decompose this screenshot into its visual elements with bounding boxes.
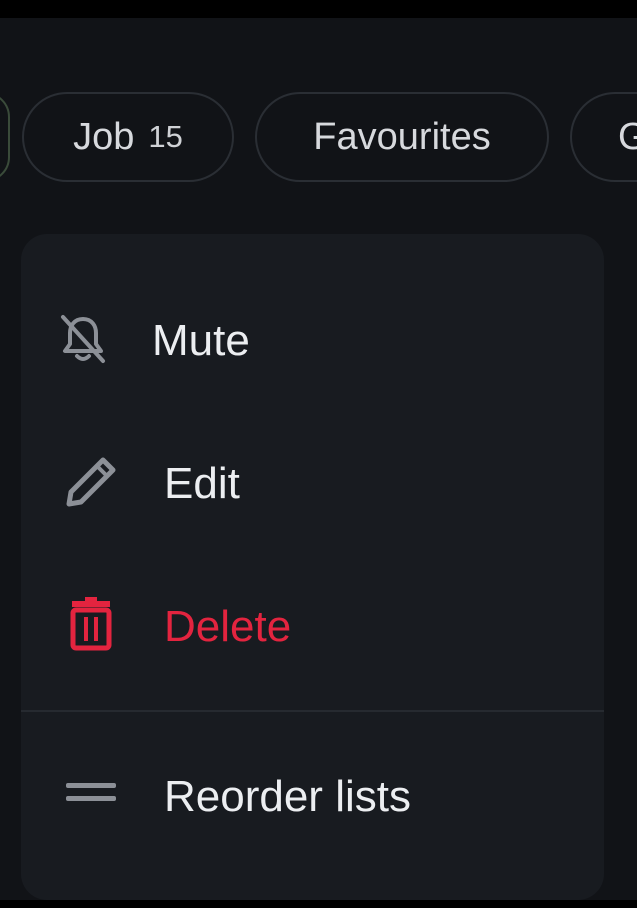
filter-chips-row: Job 15 Favourites G (0, 92, 637, 184)
chip-favourites-label: Favourites (313, 115, 491, 158)
chip-job-count: 15 (148, 119, 183, 154)
menu-item-delete[interactable]: Delete (21, 567, 604, 687)
chip-favourites[interactable]: Favourites (255, 92, 549, 182)
menu-item-mute[interactable]: Mute (21, 281, 604, 401)
chip-job[interactable]: Job 15 (22, 92, 234, 182)
menu-item-reorder-lists[interactable]: Reorder lists (21, 737, 604, 857)
status-bar-area (0, 0, 637, 18)
menu-item-edit[interactable]: Edit (21, 424, 604, 544)
menu-divider (21, 710, 604, 712)
bottom-edge (0, 900, 637, 908)
bell-off-icon (58, 313, 108, 370)
context-menu: Mute Edit Delete Reorder lists (21, 234, 604, 900)
menu-item-mute-label: Mute (152, 316, 250, 365)
drag-handle-icon (66, 781, 116, 810)
chip-partial-right[interactable]: G (570, 92, 637, 182)
chip-partial-left[interactable] (0, 92, 10, 182)
chip-partial-right-label: G (618, 115, 637, 158)
menu-item-reorder-lists-label: Reorder lists (164, 772, 411, 821)
chip-job-label: Job (73, 115, 135, 158)
menu-item-delete-label: Delete (164, 602, 292, 651)
menu-item-edit-label: Edit (164, 459, 240, 508)
pencil-icon (63, 454, 119, 515)
trash-icon (68, 597, 114, 658)
